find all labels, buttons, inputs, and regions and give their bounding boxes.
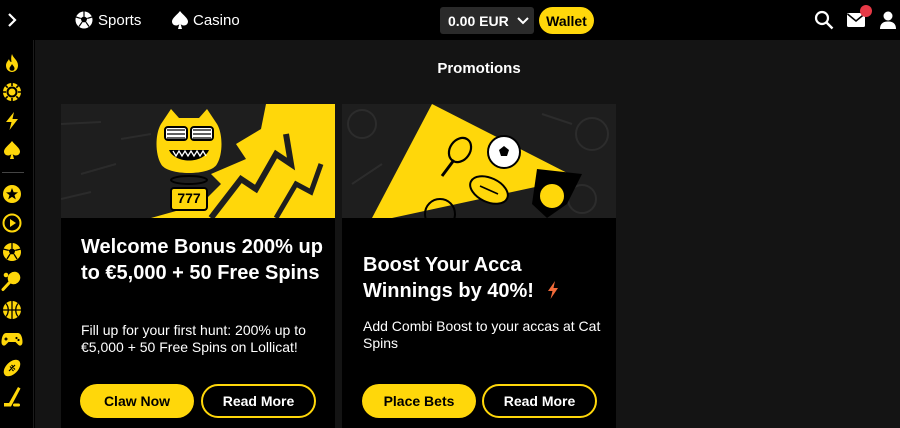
- basketball-icon: [3, 301, 21, 319]
- promo-description: Add Combi Boost to your accas at Cat Spi…: [363, 318, 601, 351]
- sidebar-item-favorites[interactable]: [0, 182, 24, 206]
- lightning-icon: [6, 112, 18, 130]
- sidebar-item-esports[interactable]: [0, 327, 24, 351]
- chevron-right-icon: [8, 13, 17, 27]
- nav-sports[interactable]: Sports: [74, 8, 141, 32]
- place-bets-button[interactable]: Place Bets: [362, 384, 476, 418]
- sidebar-item-casino[interactable]: [0, 80, 24, 104]
- promo-banner-acca: [342, 104, 616, 218]
- soccer-icon: [2, 243, 22, 261]
- promo-title-text: Boost Your Acca Winnings by 40%!: [363, 254, 534, 302]
- sidebar-item-live[interactable]: [0, 109, 24, 133]
- read-more-button[interactable]: Read More: [201, 384, 316, 418]
- promo-card-welcome: 777 Welcome Bonus 200% up to €5,000 + 50…: [61, 104, 335, 428]
- hockey-icon: [4, 387, 21, 407]
- claw-now-button[interactable]: Claw Now: [80, 384, 194, 418]
- lightning-icon: [547, 281, 558, 299]
- nav-casino[interactable]: Casino: [171, 8, 240, 32]
- chevron-down-icon: [516, 16, 529, 24]
- promo-description: Fill up for your first hunt: 200% up to …: [81, 322, 306, 355]
- promo-title: Boost Your Acca Winnings by 40%!: [363, 252, 613, 304]
- balance-value: 0.00 EUR: [448, 12, 509, 29]
- sidebar-item-soccer[interactable]: [0, 240, 24, 264]
- read-more-button[interactable]: Read More: [482, 384, 597, 418]
- page-title: Promotions: [437, 60, 521, 77]
- spade-icon: [4, 141, 20, 159]
- banner-badge-777: 777: [177, 190, 201, 206]
- sidebar-item-live-sports[interactable]: [0, 211, 24, 235]
- sports-balls-banner-image: [342, 104, 616, 218]
- star-icon: [3, 185, 21, 203]
- wallet-button[interactable]: Wallet: [539, 7, 594, 34]
- casino-chip-icon: [3, 83, 21, 101]
- sidebar-item-tennis[interactable]: [0, 269, 24, 293]
- sidebar-divider: [2, 172, 24, 173]
- notification-badge: [860, 5, 872, 17]
- sidebar-item-hockey[interactable]: [0, 385, 24, 409]
- account-button[interactable]: [876, 8, 900, 32]
- user-icon: [880, 11, 896, 29]
- search-icon: [814, 10, 834, 30]
- sidebar-item-table-games[interactable]: [0, 138, 24, 162]
- promo-card-acca-boost: Boost Your Acca Winnings by 40%! Add Com…: [342, 104, 616, 428]
- sidebar-item-basketball[interactable]: [0, 298, 24, 322]
- american-football-icon: [3, 359, 21, 377]
- nav-sports-label: Sports: [98, 11, 142, 29]
- promo-banner-welcome: 777: [61, 104, 335, 218]
- esports-controller-icon: [1, 333, 23, 346]
- sidebar-expand-button[interactable]: [2, 9, 22, 31]
- sidebar: [0, 40, 34, 428]
- promo-title: Welcome Bonus 200% up to €5,000 + 50 Fre…: [81, 236, 323, 284]
- soccer-ball-icon: [75, 11, 93, 29]
- balance-dropdown[interactable]: 0.00 EUR: [440, 7, 534, 34]
- fire-icon: [6, 54, 18, 72]
- play-icon: [2, 213, 22, 233]
- spade-icon: [172, 11, 188, 29]
- sidebar-item-hot[interactable]: [0, 51, 24, 75]
- nav-casino-label: Casino: [193, 11, 240, 29]
- sidebar-item-american-football[interactable]: [0, 356, 24, 380]
- top-bar: Sports Casino 0.00 EUR Wallet: [0, 0, 900, 40]
- search-button[interactable]: [812, 8, 836, 32]
- tennis-icon: [1, 271, 21, 291]
